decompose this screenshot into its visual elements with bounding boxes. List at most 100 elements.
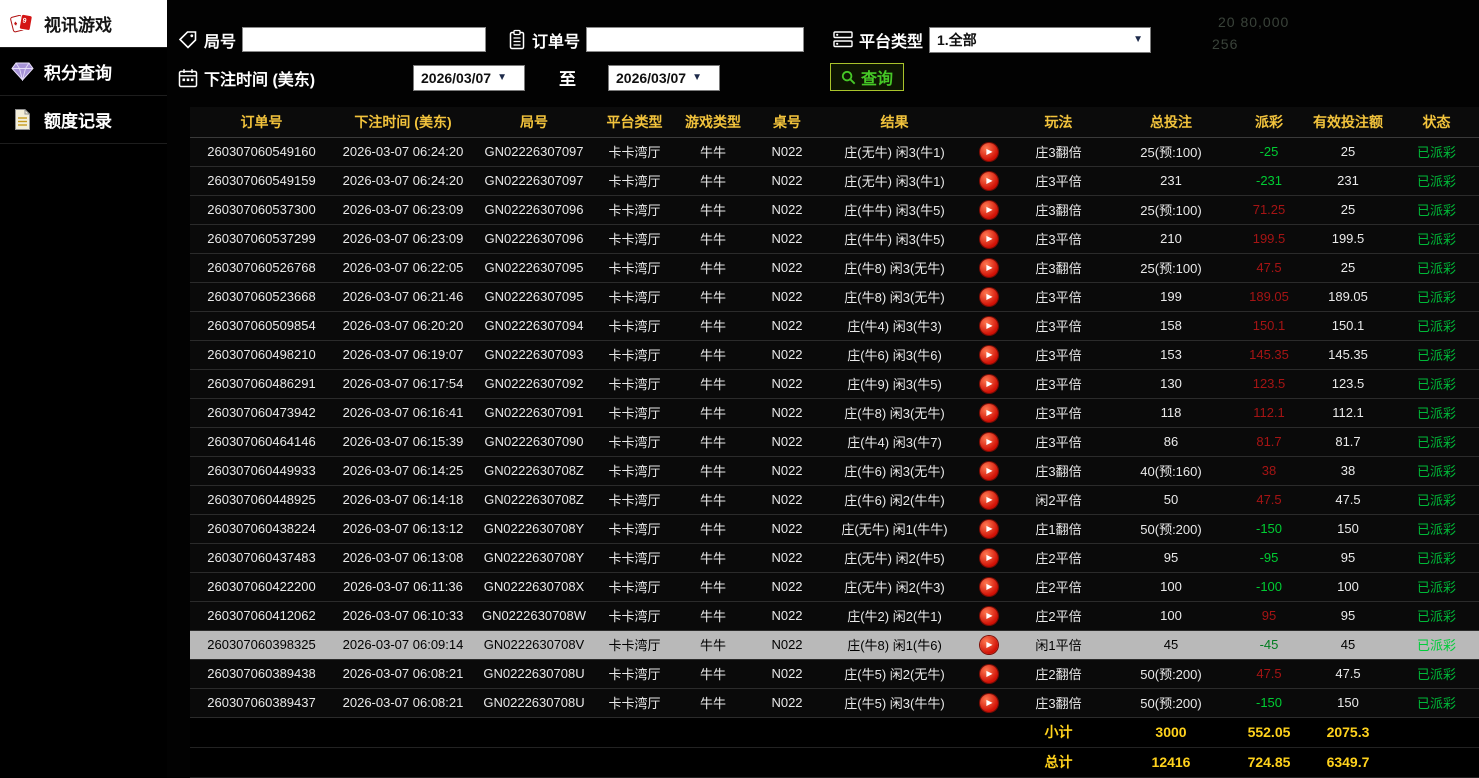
play-video-button[interactable]: ▶ (980, 201, 998, 219)
play-video-button[interactable]: ▶ (980, 172, 998, 190)
cell-result: 庄(牛6) 闲3(牛6) (822, 340, 967, 369)
cell-total-bet: 199 (1106, 282, 1236, 311)
table-row[interactable]: 2603070605098542026-03-07 06:20:20GN0222… (190, 311, 1479, 340)
table-row[interactable]: 2603070604499332026-03-07 06:14:25GN0222… (190, 456, 1479, 485)
cell-payout: 47.5 (1236, 659, 1302, 688)
table-row[interactable]: 2603070604982102026-03-07 06:19:07GN0222… (190, 340, 1479, 369)
play-video-button[interactable]: ▶ (980, 375, 998, 393)
query-button[interactable]: 查询 (830, 63, 904, 91)
total-label: 总计 (1011, 747, 1106, 777)
cell-order-no: 260307060537300 (190, 195, 333, 224)
cell-order-no: 260307060486291 (190, 369, 333, 398)
cell-payout: -100 (1236, 572, 1302, 601)
cell-platform: 卡卡湾厅 (595, 311, 674, 340)
table-row[interactable]: 2603070605267682026-03-07 06:22:05GN0222… (190, 253, 1479, 282)
cell-video: ▶ (967, 427, 1011, 456)
platform-label: 平台类型 (859, 28, 923, 52)
header-row: 订单号下注时间 (美东)局号平台类型游戏类型桌号结果玩法总投注派彩有效投注额状态 (190, 107, 1479, 137)
play-video-button[interactable]: ▶ (980, 578, 998, 596)
cell-game-type: 牛牛 (674, 514, 752, 543)
play-video-button[interactable]: ▶ (980, 288, 998, 306)
play-video-button[interactable]: ▶ (980, 636, 998, 654)
cell-payout: 150.1 (1236, 311, 1302, 340)
table-row[interactable]: 2603070604382242026-03-07 06:13:12GN0222… (190, 514, 1479, 543)
play-video-button[interactable]: ▶ (980, 433, 998, 451)
cell-total-bet: 100 (1106, 572, 1236, 601)
cell-status: 已派彩 (1394, 456, 1479, 485)
calendar-icon (178, 68, 198, 88)
sidebar-item-video-games[interactable]: 9 ♦ 视讯游戏 (0, 0, 167, 48)
cell-bet-time: 2026-03-07 06:23:09 (333, 224, 473, 253)
cell-table-no: N022 (752, 427, 822, 456)
cell-video: ▶ (967, 572, 1011, 601)
cell-total-bet: 231 (1106, 166, 1236, 195)
cell-platform: 卡卡湾厅 (595, 253, 674, 282)
cell-video: ▶ (967, 224, 1011, 253)
sidebar-item-credit-records[interactable]: 额度记录 (0, 96, 167, 144)
table-row[interactable]: 2603070604641462026-03-07 06:15:39GN0222… (190, 427, 1479, 456)
cell-valid-bet: 150 (1302, 514, 1394, 543)
table-row[interactable]: 2603070604739422026-03-07 06:16:41GN0222… (190, 398, 1479, 427)
play-video-button[interactable]: ▶ (980, 259, 998, 277)
cell-result: 庄(牛6) 闲3(无牛) (822, 456, 967, 485)
play-video-button[interactable]: ▶ (980, 694, 998, 712)
cell-video: ▶ (967, 601, 1011, 630)
table-row[interactable]: 2603070604489252026-03-07 06:14:18GN0222… (190, 485, 1479, 514)
cell-result: 庄(牛牛) 闲3(牛5) (822, 195, 967, 224)
cell-bet-time: 2026-03-07 06:21:46 (333, 282, 473, 311)
total-row: 总计12416724.856349.7 (190, 747, 1479, 777)
date-from-select[interactable]: 2026/03/07 ▼ (413, 65, 525, 91)
cell-order-no: 260307060422200 (190, 572, 333, 601)
cell-valid-bet: 47.5 (1302, 659, 1394, 688)
table-row[interactable]: 2603070604222002026-03-07 06:11:36GN0222… (190, 572, 1479, 601)
table-row[interactable]: 2603070603894372026-03-07 06:08:21GN0222… (190, 688, 1479, 717)
date-to-select[interactable]: 2026/03/07 ▼ (608, 65, 720, 91)
table-row[interactable]: 2603070605236682026-03-07 06:21:46GN0222… (190, 282, 1479, 311)
table-row[interactable]: 2603070603983252026-03-07 06:09:14GN0222… (190, 630, 1479, 659)
table-row[interactable]: 2603070605372992026-03-07 06:23:09GN0222… (190, 224, 1479, 253)
cell-platform: 卡卡湾厅 (595, 688, 674, 717)
cell-table-no: N022 (752, 253, 822, 282)
play-video-button[interactable]: ▶ (980, 607, 998, 625)
play-video-button[interactable]: ▶ (980, 346, 998, 364)
platform-select[interactable]: 1.全部 ▼ (929, 27, 1151, 53)
table-row[interactable]: 2603070603894382026-03-07 06:08:21GN0222… (190, 659, 1479, 688)
play-video-button[interactable]: ▶ (980, 549, 998, 567)
order-input[interactable] (586, 27, 804, 52)
cell-total-bet: 50(预:200) (1106, 688, 1236, 717)
play-video-button[interactable]: ▶ (980, 143, 998, 161)
chevron-down-icon: ▼ (692, 72, 702, 83)
play-video-button[interactable]: ▶ (980, 230, 998, 248)
table-row[interactable]: 2603070605491602026-03-07 06:24:20GN0222… (190, 137, 1479, 166)
table-row[interactable]: 2603070604374832026-03-07 06:13:08GN0222… (190, 543, 1479, 572)
cell-video: ▶ (967, 166, 1011, 195)
order-label: 订单号 (532, 28, 580, 52)
cell-bet-time: 2026-03-07 06:14:18 (333, 485, 473, 514)
play-video-button[interactable]: ▶ (980, 520, 998, 538)
cell-game-type: 牛牛 (674, 427, 752, 456)
play-video-button[interactable]: ▶ (980, 462, 998, 480)
table-row[interactable]: 2603070604120622026-03-07 06:10:33GN0222… (190, 601, 1479, 630)
cell-payout: 145.35 (1236, 340, 1302, 369)
table-row[interactable]: 2603070604862912026-03-07 06:17:54GN0222… (190, 369, 1479, 398)
play-video-button[interactable]: ▶ (980, 404, 998, 422)
play-video-button[interactable]: ▶ (980, 317, 998, 335)
subtotal-payout: 552.05 (1236, 717, 1302, 747)
cell-status: 已派彩 (1394, 369, 1479, 398)
play-video-button[interactable]: ▶ (980, 665, 998, 683)
cell-status: 已派彩 (1394, 572, 1479, 601)
cell-bet-time: 2026-03-07 06:20:20 (333, 311, 473, 340)
round-input[interactable] (242, 27, 486, 52)
col-header-11: 有效投注额 (1302, 107, 1394, 137)
table-row[interactable]: 2603070605491592026-03-07 06:24:20GN0222… (190, 166, 1479, 195)
cell-total-bet: 210 (1106, 224, 1236, 253)
subtotal-total-bet: 3000 (1106, 717, 1236, 747)
play-video-button[interactable]: ▶ (980, 491, 998, 509)
cell-video: ▶ (967, 369, 1011, 398)
cell-table-no: N022 (752, 369, 822, 398)
sidebar-item-points-query[interactable]: 积分查询 (0, 48, 167, 96)
cell-status: 已派彩 (1394, 601, 1479, 630)
cell-game-type: 牛牛 (674, 253, 752, 282)
table-row[interactable]: 2603070605373002026-03-07 06:23:09GN0222… (190, 195, 1479, 224)
search-icon (841, 70, 856, 85)
